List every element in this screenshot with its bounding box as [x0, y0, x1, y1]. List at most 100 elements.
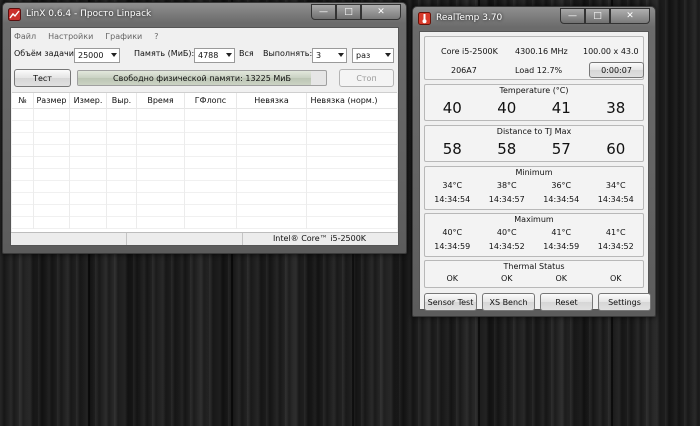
- reset-label: Reset: [555, 297, 578, 307]
- table-cell: [307, 205, 381, 217]
- maximize-icon: □: [344, 7, 353, 17]
- reset-button[interactable]: Reset: [540, 293, 593, 311]
- minimize-button[interactable]: —: [560, 8, 585, 24]
- column-size[interactable]: Размер: [34, 92, 70, 109]
- test-button[interactable]: Тест: [14, 69, 71, 87]
- table-cell: [137, 109, 185, 121]
- table-cell: [237, 193, 307, 205]
- table-cell: [12, 181, 34, 193]
- table-cell: [185, 169, 237, 181]
- memory-combo[interactable]: 4788: [194, 48, 235, 63]
- column-number[interactable]: №: [12, 92, 34, 109]
- thermal-status-title: Thermal Status: [503, 262, 565, 271]
- table-cell: [12, 145, 34, 157]
- table-cell: [185, 121, 237, 133]
- realtemp-client-area: Core i5-2500K 4300.16 MHz 100.00 x 43.0 …: [419, 31, 651, 311]
- column-gflops[interactable]: ГФлопс: [185, 92, 237, 109]
- core-temperature: 40: [497, 99, 517, 117]
- table-cell: [137, 157, 185, 169]
- problem-size-value: 25000: [78, 51, 104, 60]
- chevron-down-icon: [385, 53, 391, 57]
- column-residual[interactable]: Невязка: [237, 92, 307, 109]
- table-cell: [307, 109, 381, 121]
- maximum-title: Maximum: [514, 215, 554, 224]
- table-cell: [107, 109, 137, 121]
- table-cell: [185, 157, 237, 169]
- run-unit-combo[interactable]: раз: [352, 48, 394, 63]
- memory-row: Память (МиБ):: [134, 49, 194, 58]
- table-cell: [70, 181, 107, 193]
- table-cell: [70, 121, 107, 133]
- menu-settings[interactable]: Настройки: [48, 32, 93, 41]
- thermal-status-panel: Thermal Status OK OK OK OK: [424, 260, 644, 288]
- stop-button[interactable]: Стоп: [339, 69, 394, 87]
- linx-menubar: Файл Настройки Графики ?: [11, 28, 398, 45]
- column-measure[interactable]: Измер.: [70, 92, 107, 109]
- run-count-label: Выполнять:: [263, 49, 313, 58]
- table-cell: [237, 217, 307, 229]
- table-cell: [307, 193, 381, 205]
- column-residual-norm[interactable]: Невязка (норм.): [307, 93, 381, 109]
- run-count-combo[interactable]: 3: [312, 48, 347, 63]
- table-cell: [12, 169, 34, 181]
- cpu-load: Load 12.7%: [515, 66, 563, 75]
- core-min-time: 14:34:54: [597, 195, 634, 204]
- table-cell: [34, 217, 70, 229]
- table-cell: [307, 121, 381, 133]
- minimize-button[interactable]: —: [311, 4, 336, 20]
- table-cell: [237, 133, 307, 145]
- all-memory-label[interactable]: Вся: [239, 49, 254, 58]
- realtemp-window: RealTemp 3.70 — □ ✕ Core i5-2500K 4300.1…: [412, 6, 656, 317]
- table-cell: [137, 217, 185, 229]
- table-row: [12, 181, 397, 193]
- linx-statusbar: Intel® Core™ i5-2500K: [11, 232, 398, 245]
- table-cell: [34, 169, 70, 181]
- close-button[interactable]: ✕: [361, 4, 401, 20]
- table-row: [12, 205, 397, 217]
- realtemp-titlebar[interactable]: RealTemp 3.70 — □ ✕: [413, 7, 655, 29]
- core-min-time: 14:34:54: [543, 195, 580, 204]
- sensor-test-button[interactable]: Sensor Test: [424, 293, 477, 311]
- linx-app-icon: [8, 7, 21, 21]
- table-cell: [12, 217, 34, 229]
- maximize-button[interactable]: □: [585, 8, 610, 24]
- table-row: [12, 157, 397, 169]
- cpu-status: Intel® Core™ i5-2500K: [272, 234, 367, 243]
- menu-graphs[interactable]: Графики: [105, 32, 142, 41]
- table-cell: [70, 109, 107, 121]
- table-cell: [237, 145, 307, 157]
- xs-bench-button[interactable]: XS Bench: [482, 293, 535, 311]
- maximum-times: 14:34:59 14:34:52 14:34:59 14:34:52: [425, 242, 643, 251]
- core-max-temp: 40°C: [496, 228, 517, 237]
- minimum-title: Minimum: [515, 168, 553, 177]
- core-max-time: 14:34:59: [434, 242, 471, 251]
- table-cell: [34, 205, 70, 217]
- close-button[interactable]: ✕: [610, 8, 650, 24]
- table-cell: [137, 181, 185, 193]
- column-align[interactable]: Выр.: [107, 92, 137, 109]
- table-cell: [137, 169, 185, 181]
- sensor-test-label: Sensor Test: [427, 297, 474, 307]
- timer-value: 0:00:07: [601, 65, 632, 75]
- linx-titlebar[interactable]: LinX 0.6.4 - Просто Linpack — □ ✕: [3, 3, 406, 25]
- core-max-temp: 41°C: [605, 228, 626, 237]
- table-cell: [70, 145, 107, 157]
- cpu-info-panel: Core i5-2500K 4300.16 MHz 100.00 x 43.0 …: [424, 36, 644, 80]
- problem-size-combo[interactable]: 25000: [74, 48, 120, 63]
- table-cell: [307, 145, 381, 157]
- column-time[interactable]: Время: [137, 92, 185, 109]
- core-distance: 60: [606, 140, 626, 158]
- minimum-panel: Minimum 34°C 38°C 36°C 34°C 14:34:54 14:…: [424, 166, 644, 210]
- run-count-row: Выполнять:: [263, 49, 312, 58]
- table-cell: [185, 205, 237, 217]
- menu-help[interactable]: ?: [154, 32, 158, 41]
- menu-file[interactable]: Файл: [14, 32, 36, 41]
- table-cell: [34, 133, 70, 145]
- maximize-button[interactable]: □: [336, 4, 361, 20]
- core-distance: 58: [442, 140, 462, 158]
- core-min-temp: 34°C: [442, 181, 463, 190]
- table-row: [12, 109, 397, 121]
- table-cell: [307, 181, 381, 193]
- timer-button[interactable]: 0:00:07: [589, 62, 644, 78]
- settings-button[interactable]: Settings: [598, 293, 651, 311]
